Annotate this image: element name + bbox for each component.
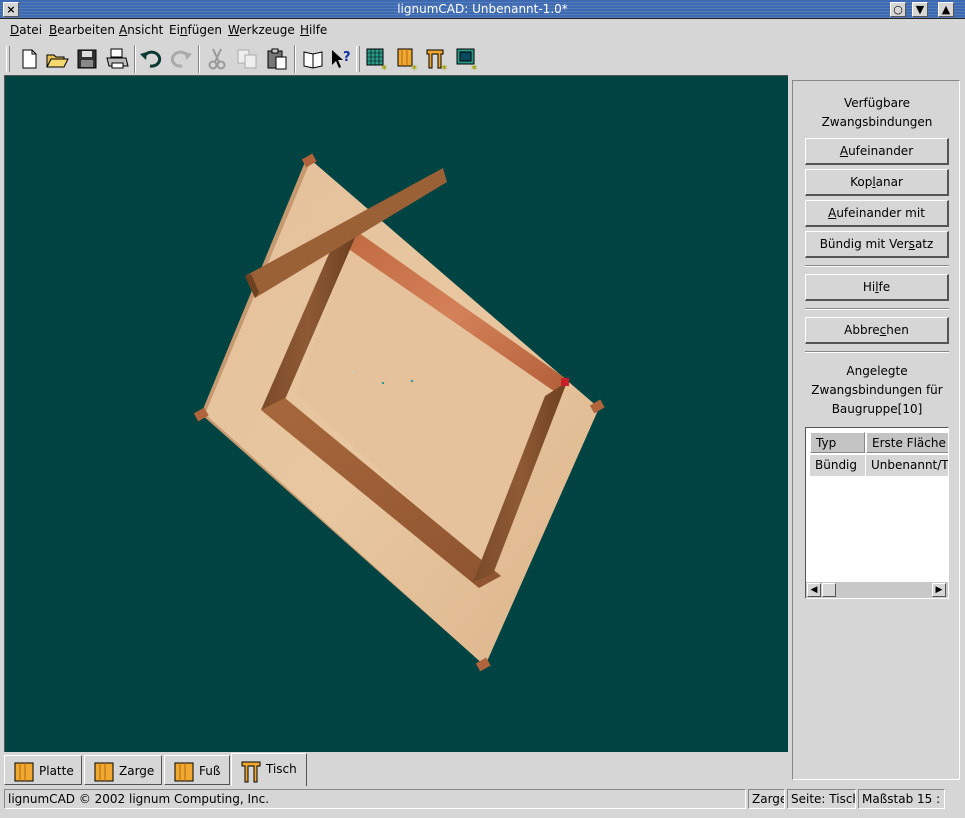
board-icon xyxy=(94,762,114,782)
svg-text:✶: ✶ xyxy=(440,63,448,72)
svg-text:✶: ✶ xyxy=(380,63,388,72)
column-header-erste-flaeche[interactable]: Erste Fläche xyxy=(866,432,948,453)
menu-werkzeuge[interactable]: Werkzeuge xyxy=(228,23,295,37)
buendig-mit-versatz-button[interactable]: Bündig mit Versatz xyxy=(805,231,949,258)
scroll-right-icon[interactable]: ▶ xyxy=(932,583,946,597)
minimize-button[interactable]: ○ xyxy=(890,2,906,17)
window-title: lignumCAD: Unbenannt-1.0* xyxy=(397,2,568,16)
shade-button[interactable]: ▼ xyxy=(912,2,928,17)
paste-icon[interactable] xyxy=(264,46,290,72)
divider xyxy=(805,308,949,310)
copy-icon[interactable] xyxy=(234,46,260,72)
new-file-icon[interactable] xyxy=(16,46,42,72)
hilfe-button[interactable]: Hilfe xyxy=(805,274,949,301)
new-assembly-icon[interactable]: ✶ xyxy=(424,46,450,74)
status-message: lignumCAD © 2002 lignum Computing, Inc. xyxy=(4,789,746,809)
board-icon xyxy=(14,762,34,782)
svg-text:?: ? xyxy=(343,50,351,65)
menu-bar: Datei Bearbeiten Ansicht Einfügen Werkze… xyxy=(0,20,965,42)
table-icon xyxy=(241,761,261,783)
applied-constraints-title-2: Zwangsbindungen für xyxy=(811,383,943,397)
toolbar-grip[interactable] xyxy=(356,46,360,72)
tab-platte[interactable]: Platte xyxy=(4,755,82,785)
table-cell-typ[interactable]: Bündig xyxy=(810,455,865,476)
toolbar-grip[interactable] xyxy=(6,46,10,72)
board-icon xyxy=(174,762,194,782)
available-constraints-title: Verfügbare xyxy=(843,96,911,110)
minimize-icon: ○ xyxy=(893,3,903,16)
horizontal-scrollbar[interactable]: ◀ ▶ xyxy=(806,582,948,598)
undo-icon[interactable] xyxy=(138,46,164,72)
menu-ansicht[interactable]: Ansicht xyxy=(119,23,163,37)
title-bar[interactable]: × lignumCAD: Unbenannt-1.0* ○ ▼ ▲ xyxy=(0,0,965,19)
abbrechen-button[interactable]: Abbrechen xyxy=(805,317,949,344)
cut-icon[interactable] xyxy=(204,46,230,72)
tab-label: Fuß xyxy=(199,764,221,778)
print-icon[interactable] xyxy=(104,46,130,72)
constraint-panel: Verfügbare Zwangsbindungen Aufeinander K… xyxy=(792,80,960,780)
koplanar-button[interactable]: Koplanar xyxy=(805,169,949,196)
3d-viewport[interactable] xyxy=(4,75,788,752)
new-sketch-icon[interactable]: ✶ xyxy=(364,46,390,74)
applied-constraints-title: Angelegte xyxy=(846,364,908,378)
whats-this-icon[interactable]: ? xyxy=(328,46,354,72)
toolbar-separator xyxy=(134,45,136,73)
svg-text:✶: ✶ xyxy=(470,63,478,72)
divider xyxy=(805,265,949,267)
table-cell-erste-flaeche[interactable]: Unbenannt/Tisch xyxy=(866,455,948,476)
open-folder-icon[interactable] xyxy=(44,46,70,72)
save-disk-icon[interactable] xyxy=(74,46,100,72)
toolbar: ? ✶ ✶ ✶ ✶ xyxy=(4,44,484,74)
svg-text:✶: ✶ xyxy=(410,63,418,72)
status-page: Seite: Tisch xyxy=(787,789,856,809)
tab-fuss[interactable]: Fuß xyxy=(164,755,230,785)
status-scale: Maßstab 15 : 2 xyxy=(858,789,945,809)
scroll-left-icon[interactable]: ◀ xyxy=(807,583,821,597)
applied-constraints-table[interactable]: Typ Erste Fläche Bündig Unbenannt/Tisch … xyxy=(805,427,949,599)
available-constraints-title-2: Zwangsbindungen xyxy=(821,115,933,129)
toolbar-separator xyxy=(198,45,200,73)
new-drawing-icon[interactable]: ✶ xyxy=(454,46,480,74)
new-part-icon[interactable]: ✶ xyxy=(394,46,420,74)
menu-bearbeiten[interactable]: Bearbeiten xyxy=(49,23,115,37)
menu-datei[interactable]: Datei xyxy=(10,23,42,37)
scrollbar-thumb[interactable] xyxy=(822,583,836,597)
menu-hilfe[interactable]: Hilfe xyxy=(300,23,327,37)
maximize-icon: ▲ xyxy=(941,3,951,16)
applied-constraints-title-3: Baugruppe[10] xyxy=(831,402,923,416)
redo-icon[interactable] xyxy=(168,46,194,72)
tab-label: Tisch xyxy=(266,762,297,776)
maximize-button[interactable]: ▲ xyxy=(938,2,954,17)
menu-einfuegen[interactable]: Einfügen xyxy=(169,23,222,37)
tab-label: Platte xyxy=(39,764,74,778)
aufeinander-button[interactable]: Aufeinander xyxy=(805,138,949,165)
book-icon[interactable] xyxy=(300,46,326,72)
toolbar-separator xyxy=(294,45,296,73)
tab-tisch[interactable]: Tisch xyxy=(231,753,307,786)
status-object: Zarge xyxy=(748,789,785,809)
divider xyxy=(805,351,949,353)
column-header-typ[interactable]: Typ xyxy=(810,432,865,453)
table-model-render xyxy=(193,153,605,672)
aufeinander-mit-abstand-button[interactable]: Aufeinander mit Abstand xyxy=(805,200,949,244)
tab-label: Zarge xyxy=(119,764,155,778)
status-bar: lignumCAD © 2002 lignum Computing, Inc. … xyxy=(0,789,965,811)
tab-zarge[interactable]: Zarge xyxy=(84,755,162,785)
page-tabs: Platte Zarge Fuß Tisch xyxy=(4,753,788,787)
shade-icon: ▼ xyxy=(915,3,925,16)
